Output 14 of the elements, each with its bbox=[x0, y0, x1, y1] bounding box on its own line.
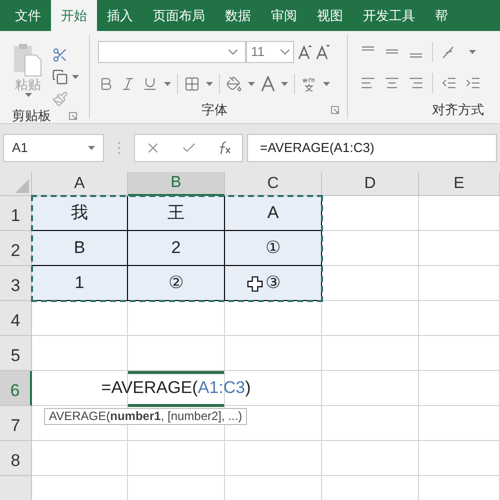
cell-text: 王 bbox=[168, 202, 184, 224]
cell-text: 我 bbox=[71, 202, 88, 224]
group-label: 字体 bbox=[202, 101, 228, 120]
cell-text: 2 bbox=[171, 237, 181, 260]
cell-text: A bbox=[267, 202, 279, 224]
cell-text: B bbox=[74, 237, 86, 260]
group-label: 对齐方式 bbox=[432, 101, 484, 119]
cell-text: ② bbox=[168, 272, 184, 294]
cell-text: ③ bbox=[266, 272, 280, 294]
cell-text: 1 bbox=[74, 272, 84, 294]
function-tooltip: AVERAGE(number1, [number2], ...) bbox=[44, 408, 248, 425]
paste-label: 粘贴 bbox=[15, 77, 41, 93]
cell-text: ① bbox=[266, 237, 280, 260]
group-label: 剪贴板 bbox=[12, 107, 51, 126]
